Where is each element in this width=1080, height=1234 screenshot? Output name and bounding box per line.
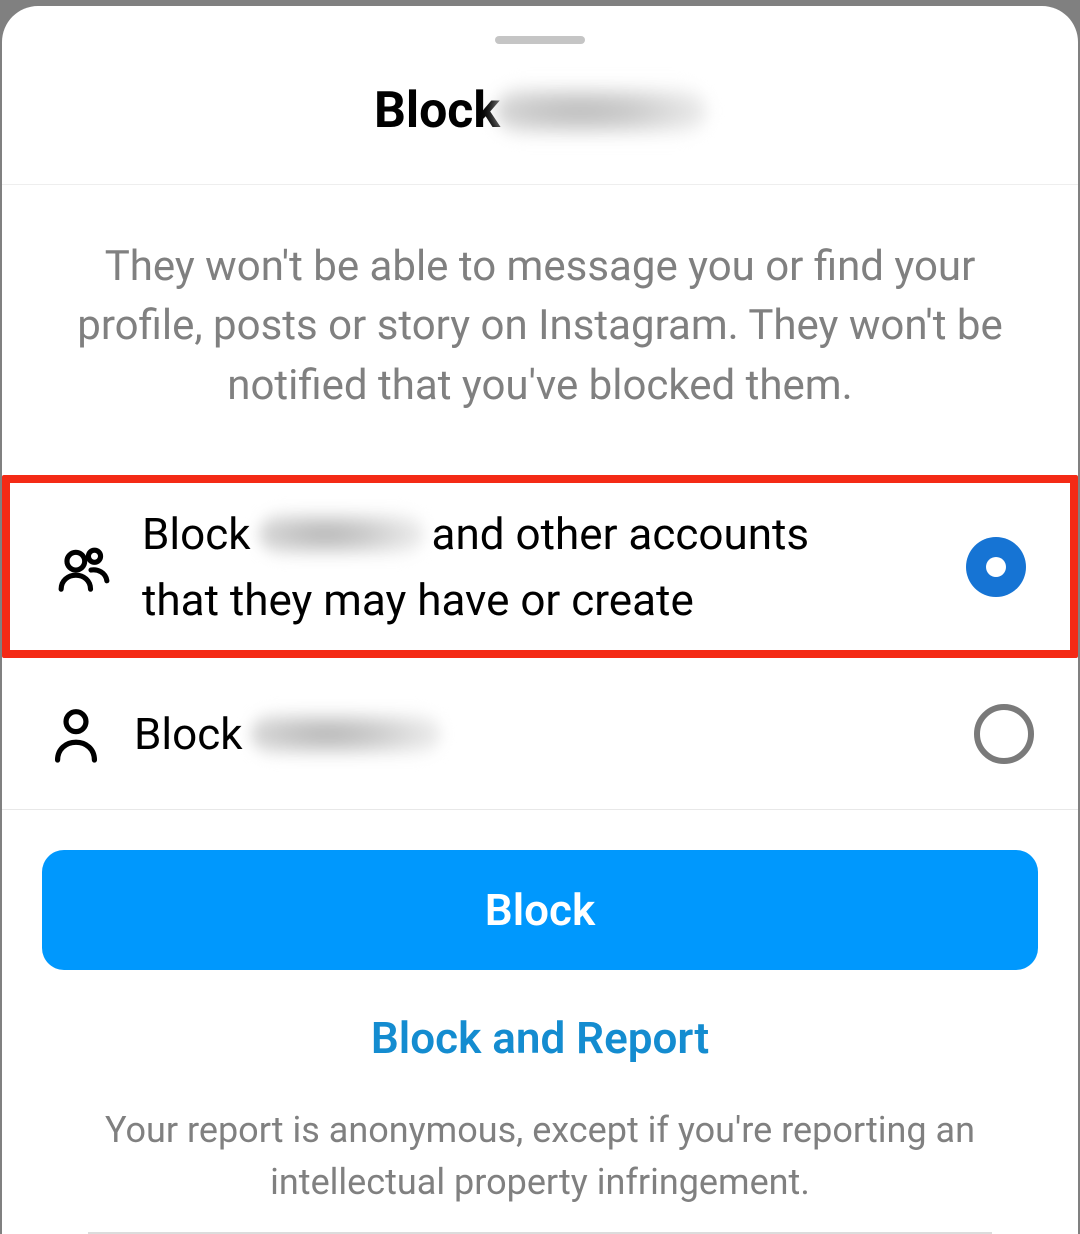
sheet-header: Block <box>2 44 1078 185</box>
option-block-all-label: Block and other accounts that they may h… <box>142 501 936 633</box>
block-sheet: Block They won't be able to message you … <box>2 6 1078 1234</box>
block-description: They won't be able to message you or fin… <box>2 185 1078 476</box>
redacted-username <box>251 712 441 756</box>
person-icon <box>48 705 104 763</box>
option-block-one-label: Block <box>134 701 944 767</box>
redacted-username <box>496 87 706 135</box>
sheet-title: Block <box>374 82 500 140</box>
radio-unselected[interactable] <box>974 704 1034 764</box>
block-and-report-button[interactable]: Block and Report <box>42 1006 1038 1070</box>
option-block-all-accounts[interactable]: Block and other accounts that they may h… <box>2 475 1078 657</box>
block-button[interactable]: Block <box>42 850 1038 970</box>
report-footnote: Your report is anonymous, except if you'… <box>2 1070 1078 1208</box>
option-block-one-account[interactable]: Block <box>2 658 1078 809</box>
drag-handle[interactable] <box>495 36 585 44</box>
people-icon <box>56 539 112 595</box>
actions: Block Block and Report <box>2 810 1078 1070</box>
redacted-username <box>259 512 424 556</box>
radio-selected[interactable] <box>966 537 1026 597</box>
